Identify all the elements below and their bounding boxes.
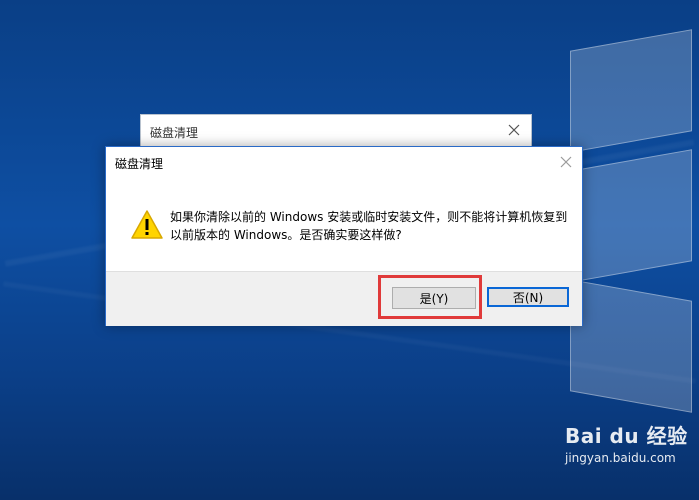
watermark-url: jingyan.baidu.com bbox=[565, 451, 676, 465]
dialog-titlebar[interactable]: 磁盘清理 bbox=[106, 147, 582, 177]
logo-pane bbox=[570, 149, 692, 283]
background-window-title: 磁盘清理 bbox=[150, 126, 199, 140]
disk-cleanup-dialog: 磁盘清理 如果你清除以前的 Windows 安装或临时安装文件，则不能将计算机恢… bbox=[105, 146, 583, 326]
close-icon[interactable] bbox=[507, 122, 521, 136]
dialog-title: 磁盘清理 bbox=[115, 157, 164, 171]
warning-icon-glyph bbox=[131, 210, 163, 239]
logo-pane bbox=[570, 279, 692, 413]
logo-pane bbox=[570, 29, 692, 153]
dialog-message: 如果你清除以前的 Windows 安装或临时安装文件，则不能将计算机恢复到以前版… bbox=[170, 210, 568, 242]
no-button[interactable]: 否(N) bbox=[487, 287, 569, 307]
baidu-jingyan-watermark: Bai du 经验 jingyan.baidu.com bbox=[565, 420, 688, 465]
close-icon-glyph bbox=[560, 156, 572, 168]
close-icon[interactable] bbox=[558, 154, 574, 170]
warning-icon bbox=[130, 209, 164, 241]
red-highlight-box bbox=[378, 275, 482, 319]
close-icon-glyph bbox=[508, 124, 520, 136]
watermark-logo-text: Bai du 经验 bbox=[565, 424, 688, 448]
dialog-content: 如果你清除以前的 Windows 安装或临时安装文件，则不能将计算机恢复到以前版… bbox=[106, 177, 582, 271]
